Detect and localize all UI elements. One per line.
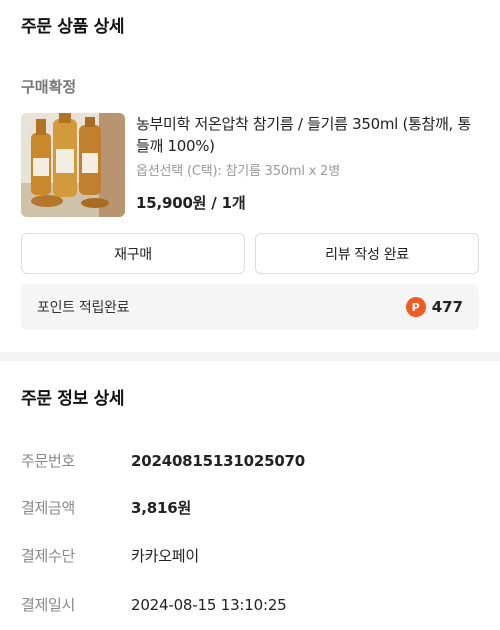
point-icon: P [405,297,426,317]
review-complete-button[interactable]: 리뷰 작성 완료 [255,233,479,274]
points-banner: 포인트 적립완료 P 477 [21,284,479,330]
row-label: 결제금액 [21,499,76,517]
payment-amount-value: 3,816원 [131,499,192,517]
points-value: 477 [431,298,463,316]
product-price: 15,900원 / 1개 [136,194,246,212]
row-label: 결제수단 [21,547,76,565]
order-number-row: 주문번호 20240815131025070 [21,450,481,471]
row-label: 주문번호 [21,452,76,470]
product-option: 옵션선택 (C택): 참기름 350ml x 2병 [136,164,340,179]
payment-date-row: 결제일시 2024-08-15 13:10:25 [21,594,481,615]
page-title: 주문 상품 상세 [21,17,125,37]
row-label: 결제일시 [21,596,76,614]
product-image[interactable] [21,113,125,217]
payment-amount-row: 결제금액 3,816원 [21,497,481,518]
payment-date-value: 2024-08-15 13:10:25 [131,595,287,614]
payment-method-row: 결제수단 카카오페이 [21,545,481,566]
rebuy-button[interactable]: 재구매 [21,233,245,274]
points-label: 포인트 적립완료 [37,300,130,316]
product-info[interactable]: 농부미학 저온압착 참기름 / 들기름 350ml (통참깨, 통들깨 100%… [136,113,476,213]
order-status: 구매확정 [21,78,77,96]
product-name[interactable]: 농부미학 저온압착 참기름 / 들기름 350ml (통참깨, 통들깨 100%… [136,113,476,157]
order-number-value: 20240815131025070 [131,451,306,470]
payment-method-value: 카카오페이 [131,547,200,565]
section-divider [0,352,500,361]
order-detail-title: 주문 정보 상세 [21,389,125,409]
points-amount: P 477 [405,297,463,317]
